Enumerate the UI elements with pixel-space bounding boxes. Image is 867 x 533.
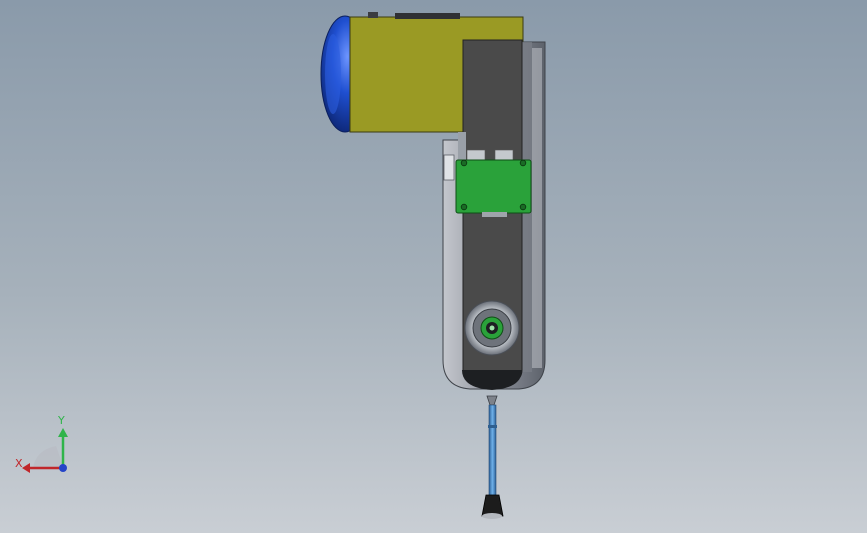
y-axis-arrow-icon — [58, 428, 68, 437]
y-axis-label: Y — [58, 414, 65, 427]
triad-plane — [33, 446, 64, 468]
probe[interactable] — [481, 395, 504, 519]
z-axis-dot-icon — [59, 464, 67, 472]
mount-plate[interactable] — [455, 159, 532, 217]
cad-viewport[interactable]: Y X — [0, 0, 867, 533]
joint-hub[interactable] — [464, 300, 520, 356]
x-axis-label: X — [15, 457, 23, 470]
robot-arm-model[interactable] — [0, 0, 867, 533]
x-axis-arrow-icon — [22, 463, 30, 473]
